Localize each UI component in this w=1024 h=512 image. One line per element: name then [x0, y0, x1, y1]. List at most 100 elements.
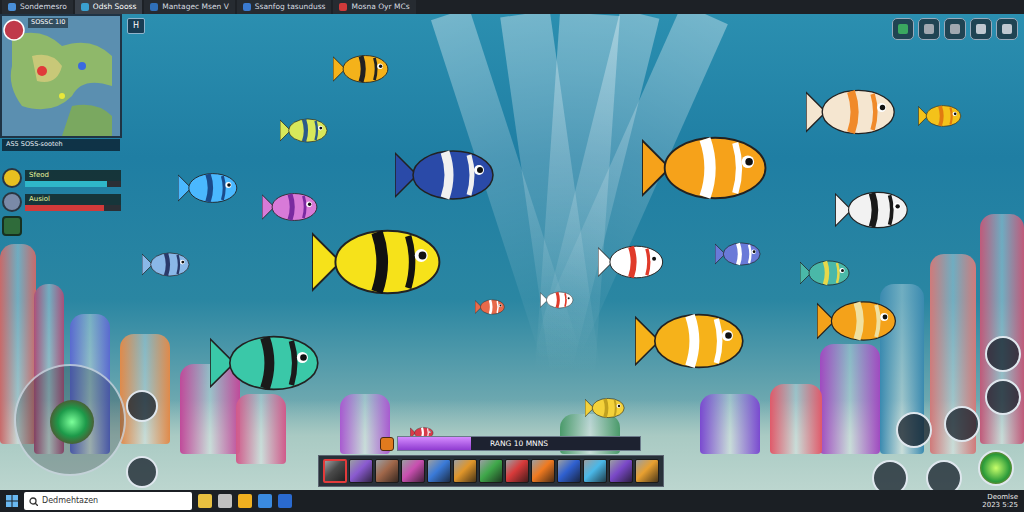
attack-button[interactable]: [978, 450, 1014, 486]
action-button[interactable]: [926, 460, 962, 490]
taskbar: Dedmehtazen Deomlse2023 5:25: [0, 490, 1024, 512]
menu-icon[interactable]: [892, 18, 914, 40]
action-button[interactable]: [944, 406, 980, 442]
map-icon: [2, 16, 120, 136]
skill-slot[interactable]: [583, 459, 607, 483]
windows-icon[interactable]: [6, 495, 18, 507]
action-button[interactable]: [896, 412, 932, 448]
fish-icon[interactable]: [715, 240, 761, 268]
fish-icon[interactable]: [312, 223, 442, 301]
fish-icon[interactable]: [210, 330, 320, 396]
fish-icon[interactable]: [817, 297, 897, 345]
skill-slot[interactable]: [323, 459, 347, 483]
inventory-icon[interactable]: [2, 216, 22, 236]
skill-slot[interactable]: [479, 459, 503, 483]
fish-icon[interactable]: [333, 52, 389, 86]
fish-icon[interactable]: [142, 250, 190, 279]
tab-icon: [339, 3, 347, 11]
status-box: Sfeod: [25, 170, 121, 187]
coral: [120, 334, 170, 444]
fish-icon[interactable]: [395, 145, 495, 205]
game-scene[interactable]: SOSSC 1I0 AS5 SOSS-sooteh H Sfeod Ausiol RANG…: [0, 14, 1024, 490]
action-button[interactable]: [985, 379, 1021, 415]
search-text: Dedmehtazen: [42, 495, 98, 507]
skill-slot[interactable]: [557, 459, 581, 483]
status-row: Sfeod: [2, 168, 121, 188]
browser-tab[interactable]: Sondemesro: [2, 0, 73, 14]
skill-button[interactable]: [126, 456, 158, 488]
fish-icon[interactable]: [475, 298, 505, 316]
joystick-knob[interactable]: [50, 400, 94, 444]
skill-slot[interactable]: [609, 459, 633, 483]
status-track: [25, 181, 121, 187]
skill-slot[interactable]: [505, 459, 529, 483]
browser-tab[interactable]: Mantagec Msen V: [144, 0, 235, 14]
search-box[interactable]: Dedmehtazen: [24, 492, 192, 510]
joystick[interactable]: [14, 364, 126, 476]
tab-label: Odsh Sooss: [93, 0, 136, 14]
menu-glyph-icon: [898, 24, 908, 34]
fish-icon[interactable]: [642, 130, 768, 206]
progress-label: RANG 10 MNNS: [398, 437, 640, 450]
progress-fill: [398, 437, 471, 450]
status-track: [25, 205, 121, 211]
status-label: Ausiol: [25, 194, 121, 205]
skill-slot[interactable]: [531, 459, 555, 483]
menu-glyph-icon: [950, 24, 960, 34]
fish-icon[interactable]: [635, 308, 745, 374]
browser-tab[interactable]: Mosna Oyr MCs: [333, 0, 415, 14]
skill-slot[interactable]: [635, 459, 659, 483]
tab-icon: [81, 3, 89, 11]
minimap[interactable]: SOSSC 1I0: [0, 14, 122, 138]
skill-slot[interactable]: [453, 459, 477, 483]
browser-tab[interactable]: Odsh Sooss: [75, 0, 142, 14]
fish-icon[interactable]: [280, 116, 328, 145]
fish-icon[interactable]: [262, 190, 318, 224]
progress-track: RANG 10 MNNS: [397, 436, 641, 451]
status-fill: [25, 205, 104, 211]
status-icon: [2, 192, 22, 212]
tab-label: Sondemesro: [20, 0, 67, 14]
tab-icon: [150, 3, 158, 11]
fish-icon[interactable]: [178, 170, 238, 206]
tab-label: Mantagec Msen V: [162, 0, 229, 14]
browser-tab[interactable]: Ssanfog tasunduss: [237, 0, 332, 14]
skill-slot[interactable]: [427, 459, 451, 483]
action-button[interactable]: [985, 336, 1021, 372]
fish-icon[interactable]: [918, 103, 962, 129]
skill-slot[interactable]: [401, 459, 425, 483]
map-title: SOSSC 1I0: [28, 18, 68, 28]
menu-glyph-icon: [1002, 24, 1012, 34]
app-icon[interactable]: [258, 494, 272, 508]
coral: [700, 394, 760, 454]
app-icon[interactable]: [218, 494, 232, 508]
skill-slot[interactable]: [349, 459, 373, 483]
fish-icon[interactable]: [585, 396, 625, 420]
fish-icon[interactable]: [800, 258, 850, 288]
app-icon[interactable]: [238, 494, 252, 508]
map-caption: AS5 SOSS-sooteh: [2, 139, 120, 151]
fish-icon[interactable]: [540, 290, 574, 310]
rank-icon: [380, 437, 394, 451]
coral: [770, 384, 822, 454]
coral: [236, 394, 286, 464]
browser-tabs: Sondemesro Odsh Sooss Mantagec Msen V Ssanf…: [0, 0, 1024, 14]
toolbar: [892, 18, 1018, 40]
clock-line: Deomlse: [982, 493, 1018, 501]
tab-label: Ssanfog tasunduss: [255, 0, 326, 14]
app-icon[interactable]: [278, 494, 292, 508]
skill-slot[interactable]: [375, 459, 399, 483]
skill-bar: [318, 455, 664, 487]
fish-icon[interactable]: [806, 85, 896, 139]
fish-icon[interactable]: [598, 242, 664, 282]
app-icon[interactable]: [198, 494, 212, 508]
clock-line: 2023 5:25: [982, 501, 1018, 509]
menu-icon[interactable]: [996, 18, 1018, 40]
menu-icon[interactable]: [918, 18, 940, 40]
menu-icon[interactable]: [970, 18, 992, 40]
map-toggle-button[interactable]: H: [127, 18, 145, 34]
skill-button[interactable]: [126, 390, 158, 422]
action-button[interactable]: [872, 460, 908, 490]
fish-icon[interactable]: [835, 188, 909, 232]
menu-icon[interactable]: [944, 18, 966, 40]
